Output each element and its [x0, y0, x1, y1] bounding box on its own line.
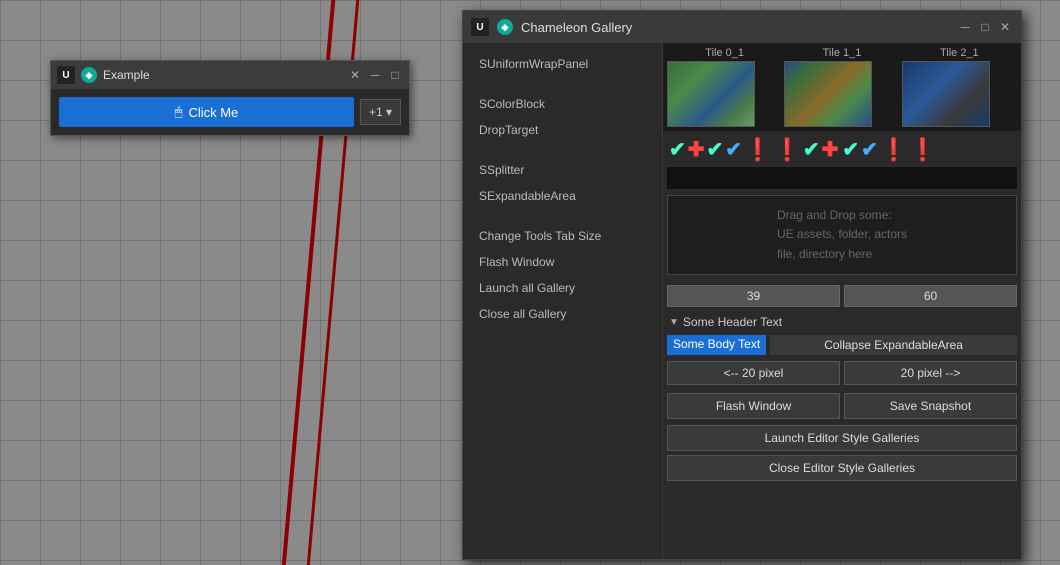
tile-1: Tile 1_1 [784, 47, 899, 127]
example-window: U ◈ Example ✕ ─ □ 🖱 Click Me +1 ▾ [50, 60, 410, 136]
sidebar-label: Flash Window [479, 255, 554, 269]
sidebar-item-scolorblock[interactable]: SColorBlock [463, 91, 662, 117]
sidebar-sep-3 [463, 209, 662, 223]
sidebar-item-ssplitter[interactable]: SSplitter [463, 157, 662, 183]
gallery-body: SUniformWrapPanel SColorBlock DropTarget… [463, 43, 1021, 559]
gallery-titlebar: U ◈ Chameleon Gallery ─ □ ✕ [463, 11, 1021, 43]
plus-icon-1: ✚ [688, 140, 705, 160]
tile-0: Tile 0_1 [667, 47, 782, 127]
tiles-row: Tile 0_1 Tile 1_1 Tile 2_1 [663, 43, 1021, 131]
tile-0-label: Tile 0_1 [667, 47, 782, 59]
gallery-maximize-btn[interactable]: □ [977, 19, 993, 35]
sidebar-sep-2 [463, 143, 662, 157]
sidebar-item-droptarget[interactable]: DropTarget [463, 117, 662, 143]
check-icon-6: ✔ [861, 140, 878, 160]
gallery-window-title: Chameleon Gallery [521, 20, 949, 35]
drop-line1: Drag and Drop some: [777, 208, 892, 222]
tile-2-label: Tile 2_1 [902, 47, 1017, 59]
click-me-label: Click Me [188, 105, 238, 120]
flash-window-btn[interactable]: Flash Window [667, 393, 840, 419]
plus-one-button[interactable]: +1 ▾ [360, 99, 401, 125]
check-icon-2: ✔ [707, 140, 724, 160]
click-me-button[interactable]: 🖱 Click Me [59, 97, 354, 127]
sidebar-label: Launch all Gallery [479, 281, 575, 295]
tool-row: <-- 20 pixel 20 pixel --> [663, 357, 1021, 389]
tile-2-thumb [902, 61, 990, 127]
sidebar-label: SUniformWrapPanel [479, 57, 588, 71]
drop-line3: file, directory here [777, 247, 872, 261]
gallery-icon: ◈ [497, 19, 513, 35]
launch-editor-galleries-btn[interactable]: Launch Editor Style Galleries [667, 425, 1017, 451]
check-icon-4: ✔ [803, 140, 820, 160]
tool-btn-left[interactable]: <-- 20 pixel [667, 361, 840, 385]
sidebar-label: SColorBlock [479, 97, 545, 111]
sidebar-item-closeallgallery[interactable]: Close all Gallery [463, 301, 662, 327]
gallery-main: Tile 0_1 Tile 1_1 Tile 2_1 ✔ ✚ ✔ ✔ ❗ [663, 43, 1021, 559]
tile-0-thumb [667, 61, 755, 127]
example-titlebar: U ◈ Example ✕ ─ □ [51, 61, 409, 89]
gallery-close-btn[interactable]: ✕ [997, 19, 1013, 35]
expand-arrow-icon: ▼ [669, 317, 679, 328]
splitter-input-1[interactable] [667, 285, 840, 307]
example-close-btn[interactable]: ✕ [347, 67, 363, 83]
flash-save-row: Flash Window Save Snapshot [663, 389, 1021, 423]
sidebar-sep-1 [463, 77, 662, 91]
exclaim-icon-1: ❗ [744, 139, 771, 161]
gallery-ue-logo: U [471, 18, 489, 36]
expandable-body-text: Some Body Text [667, 335, 766, 355]
splitter-input-2[interactable] [844, 285, 1017, 307]
example-window-controls: ✕ ─ □ [347, 67, 403, 83]
expandable-header[interactable]: ▼ Some Header Text [663, 311, 1021, 333]
sidebar-label: SSplitter [479, 163, 524, 177]
sidebar-item-sexpandablearea[interactable]: SExpandableArea [463, 183, 662, 209]
splitter-row [663, 281, 1021, 311]
example-content: 🖱 Click Me +1 ▾ [51, 89, 409, 135]
ue-logo: U [57, 66, 75, 84]
exclaim-icon-3: ❗ [880, 139, 907, 161]
sidebar-item-changetoolstabsize[interactable]: Change Tools Tab Size [463, 223, 662, 249]
check-icon-3: ✔ [725, 140, 742, 160]
check-icon-5: ✔ [842, 140, 859, 160]
save-snapshot-btn[interactable]: Save Snapshot [844, 393, 1017, 419]
drop-target-area[interactable]: Drag and Drop some: UE assets, folder, a… [667, 195, 1017, 275]
example-maximize-btn[interactable]: □ [387, 67, 403, 83]
click-me-icon: 🖱 [175, 104, 183, 120]
example-minimize-btn[interactable]: ─ [367, 67, 383, 83]
icons-row: ✔ ✚ ✔ ✔ ❗ ❗ ✔ ✚ ✔ ✔ ❗ ❗ [663, 131, 1021, 165]
exclaim-icon-4: ❗ [909, 139, 936, 161]
tile-1-thumb [784, 61, 872, 127]
example-icon: ◈ [81, 67, 97, 83]
check-icon-1: ✔ [669, 140, 686, 160]
sidebar-item-flashwindow[interactable]: Flash Window [463, 249, 662, 275]
sidebar-label: SExpandableArea [479, 189, 576, 203]
sidebar-label: Change Tools Tab Size [479, 229, 601, 243]
example-window-title: Example [103, 68, 341, 82]
drop-line2: UE assets, folder, actors [777, 227, 907, 241]
drop-text: Drag and Drop some: UE assets, folder, a… [777, 206, 907, 264]
sidebar-label: DropTarget [479, 123, 538, 137]
expandable-body: Some Body Text Collapse ExpandableArea [663, 333, 1021, 357]
plus-icon-2: ✚ [822, 140, 839, 160]
exclaim-icon-2: ❗ [773, 139, 800, 161]
gallery-sidebar: SUniformWrapPanel SColorBlock DropTarget… [463, 43, 663, 559]
sidebar-item-suniformwrappanel[interactable]: SUniformWrapPanel [463, 51, 662, 77]
tile-2: Tile 2_1 [902, 47, 1017, 127]
expandable-header-label: Some Header Text [683, 315, 782, 329]
tile-1-label: Tile 1_1 [784, 47, 899, 59]
gallery-window-controls: ─ □ ✕ [957, 19, 1013, 35]
sidebar-item-launchallgallery[interactable]: Launch all Gallery [463, 275, 662, 301]
close-editor-galleries-btn[interactable]: Close Editor Style Galleries [667, 455, 1017, 481]
tool-btn-right[interactable]: 20 pixel --> [844, 361, 1017, 385]
sidebar-label: Close all Gallery [479, 307, 566, 321]
collapse-expandable-btn[interactable]: Collapse ExpandableArea [770, 335, 1017, 355]
color-block [667, 167, 1017, 189]
gallery-minimize-btn[interactable]: ─ [957, 19, 973, 35]
gallery-window: U ◈ Chameleon Gallery ─ □ ✕ SUniformWrap… [462, 10, 1022, 560]
